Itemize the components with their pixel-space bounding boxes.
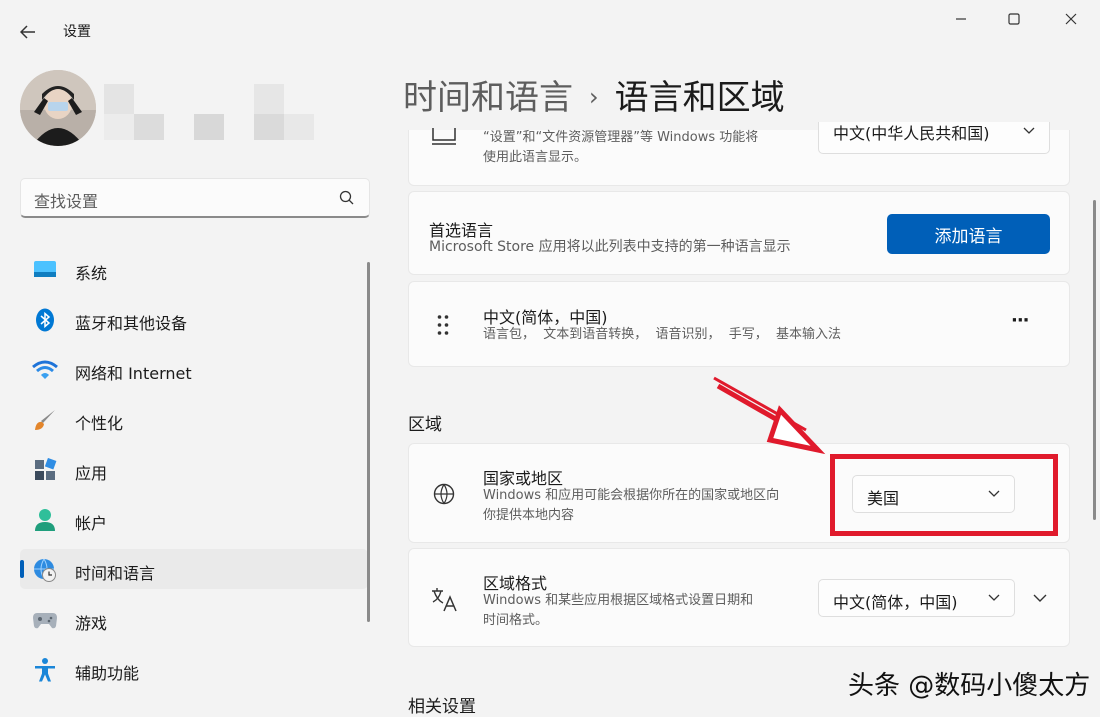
- chevron-down-icon: [1023, 127, 1035, 134]
- display-language-dropdown[interactable]: 中文(中华人民共和国): [818, 122, 1050, 154]
- regional-format-desc-1: Windows 和某些应用根据区域格式设置日期和: [483, 593, 754, 608]
- search-box[interactable]: 查找设置: [20, 178, 370, 218]
- preferred-language-desc: Microsoft Store 应用将以此列表中支持的第一种语言显示: [429, 239, 791, 255]
- regional-format-card[interactable]: 区域格式 Windows 和某些应用根据区域格式设置日期和 时间格式。 中文(简…: [408, 548, 1070, 647]
- sidebar-item-label: 游戏: [75, 614, 108, 633]
- regional-format-desc-2: 时间格式。: [483, 613, 549, 628]
- chevron-down-icon: [988, 594, 1000, 601]
- bluetooth-icon: [32, 307, 58, 333]
- language-features: 语言包， 文本到语音转换， 语音识别， 手写， 基本输入法: [483, 327, 842, 342]
- language-list-item[interactable]: 中文(简体，中国) 语言包， 文本到语音转换， 语音识别， 手写， 基本输入法 …: [408, 281, 1070, 367]
- watermark: 头条 @数码小傻太方: [848, 671, 1091, 701]
- sidebar-item-label: 应用: [75, 464, 108, 483]
- wifi-icon: [32, 357, 58, 383]
- search-icon: [339, 190, 354, 205]
- sidebar-item-network[interactable]: 网络和 Internet: [20, 349, 368, 389]
- minimize-button[interactable]: [938, 4, 984, 34]
- sidebar-item-apps[interactable]: 应用: [20, 449, 368, 489]
- drag-handle-icon[interactable]: [437, 314, 449, 336]
- breadcrumb-separator: ›: [589, 83, 599, 111]
- breadcrumb-parent[interactable]: 时间和语言: [403, 78, 573, 118]
- sidebar-item-label: 帐户: [75, 514, 108, 533]
- minimize-icon: [956, 18, 966, 20]
- annotation-arrow: [713, 376, 826, 455]
- region-section-title: 区域: [408, 415, 442, 435]
- breadcrumb: 时间和语言 › 语言和区域: [403, 70, 785, 119]
- brush-icon: [32, 407, 58, 433]
- monitor-icon: [432, 128, 456, 145]
- display-language-desc-1: “设置”和“文件资源管理器”等 Windows 功能将: [483, 130, 759, 145]
- country-region-desc-1: Windows 和应用可能会根据你所在的国家或地区向: [483, 488, 780, 503]
- display-language-desc-2: 使用此语言显示。: [483, 150, 588, 165]
- sidebar-item-system[interactable]: 系统: [20, 249, 368, 289]
- add-language-button[interactable]: 添加语言: [887, 214, 1050, 254]
- display-language-card: “设置”和“文件资源管理器”等 Windows 功能将 使用此语言显示。 中文(…: [408, 122, 1070, 186]
- arrow-left-icon: [20, 25, 35, 39]
- back-button[interactable]: [14, 18, 42, 46]
- sidebar-item-personalization[interactable]: 个性化: [20, 399, 368, 439]
- sidebar-scrollbar[interactable]: [367, 262, 370, 622]
- accessibility-icon: [32, 657, 58, 683]
- sidebar-item-label: 系统: [75, 264, 108, 283]
- more-options-button[interactable]: ···: [1011, 310, 1029, 331]
- selection-indicator: [20, 560, 24, 578]
- title-bar: 设置: [0, 0, 1100, 48]
- language-format-icon: [432, 588, 457, 612]
- sidebar-item-label: 蓝牙和其他设备: [75, 314, 188, 333]
- country-region-desc-2: 你提供本地内容: [483, 508, 575, 523]
- annotation-highlight-box: [830, 454, 1058, 536]
- globe-clock-icon: [32, 557, 58, 583]
- display-icon: [32, 257, 58, 283]
- sidebar-item-accounts[interactable]: 帐户: [20, 499, 368, 539]
- sidebar-item-label: 网络和 Internet: [75, 364, 192, 383]
- globe-icon: [433, 483, 455, 505]
- content-scrollbar[interactable]: [1093, 200, 1096, 520]
- sidebar-item-time-language[interactable]: 时间和语言: [20, 549, 368, 589]
- sidebar-item-gaming[interactable]: 游戏: [20, 599, 368, 639]
- expand-chevron-icon[interactable]: [1033, 594, 1047, 603]
- regional-format-dropdown[interactable]: 中文(简体，中国): [818, 579, 1015, 617]
- sidebar-item-accessibility[interactable]: 辅助功能: [20, 649, 368, 689]
- person-icon: [32, 507, 58, 533]
- sidebar-item-label: 个性化: [75, 414, 124, 433]
- sidebar-item-label: 辅助功能: [75, 664, 140, 683]
- close-icon: [1065, 13, 1077, 25]
- search-placeholder: 查找设置: [34, 192, 99, 211]
- avatar-image: [20, 70, 96, 146]
- dropdown-value: 中文(中华人民共和国): [833, 124, 990, 143]
- dropdown-value: 中文(简体，中国): [833, 593, 958, 612]
- sidebar-item-bluetooth[interactable]: 蓝牙和其他设备: [20, 299, 368, 339]
- page-title: 语言和区域: [614, 78, 785, 118]
- maximize-icon: [1008, 13, 1020, 25]
- app-title: 设置: [63, 24, 91, 40]
- related-settings-title: 相关设置: [408, 697, 476, 717]
- avatar[interactable]: [20, 70, 96, 146]
- maximize-button[interactable]: [991, 4, 1037, 34]
- sidebar-item-label: 时间和语言: [75, 564, 156, 583]
- gamepad-icon: [32, 607, 58, 633]
- apps-icon: [32, 457, 58, 483]
- close-button[interactable]: [1048, 4, 1094, 34]
